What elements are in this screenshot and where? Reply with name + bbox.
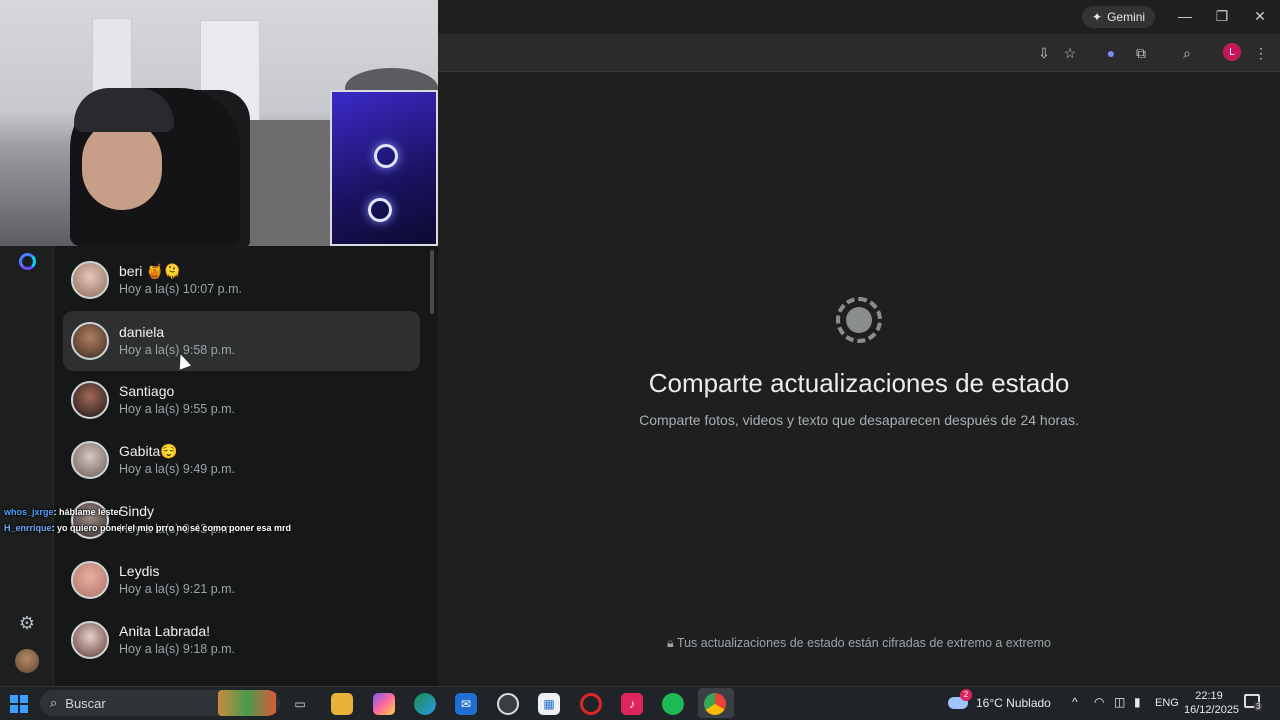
status-icon[interactable] <box>19 253 36 270</box>
chat-message: : yo quiero poner el mio prro no se como… <box>51 523 292 533</box>
status-time: Hoy a la(s) 9:21 p.m. <box>119 582 236 596</box>
speaker-icon[interactable]: ◫ <box>1114 695 1125 709</box>
opera-icon[interactable] <box>580 693 602 715</box>
more-menu-icon[interactable]: ⋮ <box>1251 43 1271 63</box>
gemini-label: Gemini <box>1107 10 1146 24</box>
clock-icon[interactable] <box>497 693 519 715</box>
streamer-face <box>82 120 162 210</box>
chat-username: H_enrrique <box>4 523 52 533</box>
contact-name: beri 🍯🫠 <box>119 263 182 279</box>
extension-icon[interactable]: ● <box>1101 43 1121 63</box>
chevron-up-icon[interactable]: ^ <box>1072 695 1078 709</box>
pc-case <box>330 90 438 246</box>
contact-name: Leydis <box>119 563 160 579</box>
status-time: Hoy a la(s) 9:18 p.m. <box>119 642 236 656</box>
clock-display[interactable]: 22:19 16/12/2025 <box>1184 689 1240 717</box>
pc-fan <box>368 198 392 222</box>
windows-start-icon[interactable] <box>10 695 28 713</box>
notifications-icon[interactable]: 3 <box>1244 694 1263 711</box>
list-item[interactable]: Anita Labrada! Hoy a la(s) 9:18 p.m. <box>63 610 420 670</box>
list-item[interactable]: Leydis Hoy a la(s) 9:21 p.m. <box>63 550 420 610</box>
webcam-overlay <box>0 0 438 246</box>
bookmark-star-icon[interactable]: ☆ <box>1060 43 1080 63</box>
task-view-icon[interactable]: ▭ <box>289 693 311 715</box>
tab-search-icon[interactable]: ⌕ <box>1177 43 1197 63</box>
list-item[interactable]: beri 🍯🫠 Hoy a la(s) 10:07 p.m. <box>63 250 420 310</box>
weather-badge: 2 <box>960 689 972 701</box>
avatar <box>71 322 109 360</box>
avatar <box>71 621 109 659</box>
contact-name: Gabita😌 <box>119 443 178 459</box>
page-title: Comparte actualizaciones de estado <box>648 368 1070 398</box>
page-subtitle: Comparte fotos, videos y texto que desap… <box>639 412 1079 428</box>
contact-name: daniela <box>119 324 165 340</box>
minimize-icon[interactable]: — <box>1172 4 1198 28</box>
avatar[interactable] <box>15 649 39 673</box>
avatar <box>71 381 109 419</box>
encryption-note: 🔒︎ Tus actualizaciones de estado están c… <box>438 636 1280 651</box>
chat-line: whos_jxrge: háblame lester <box>4 504 291 520</box>
stream-chat-overlay: whos_jxrge: háblame lester H_enrrique: y… <box>4 504 291 536</box>
search-highlight-image <box>218 690 276 716</box>
status-time: Hoy a la(s) 10:07 p.m. <box>119 282 242 296</box>
status-placeholder-icon <box>836 297 882 343</box>
avatar <box>71 261 109 299</box>
encryption-note-text: Tus actualizaciones de estado están cifr… <box>676 636 1051 650</box>
copilot-icon[interactable] <box>373 693 395 715</box>
list-item[interactable]: Gabita😌 Hoy a la(s) 9:49 p.m. <box>63 430 420 490</box>
contact-name: Anita Labrada! <box>119 623 211 639</box>
mail-icon[interactable]: ✉ <box>455 693 477 715</box>
scrollbar[interactable] <box>430 250 434 314</box>
avatar <box>71 441 109 479</box>
store-icon[interactable]: ▦ <box>538 693 560 715</box>
chrome-icon[interactable] <box>704 693 726 715</box>
network-icon[interactable]: ◠ <box>1094 695 1104 709</box>
taskbar-search[interactable]: ⌕ Buscar <box>40 690 280 716</box>
date-text: 16/12/2025 <box>1184 704 1240 716</box>
time-text: 22:19 <box>1195 690 1223 702</box>
pc-fan <box>374 144 398 168</box>
edge-icon[interactable] <box>414 693 436 715</box>
sparkle-icon: ✦ <box>1092 10 1103 24</box>
microphone-icon[interactable]: ▮ <box>1134 695 1141 709</box>
avatar <box>71 561 109 599</box>
profile-avatar[interactable]: L <box>1223 43 1241 61</box>
language-indicator[interactable]: ENG <box>1155 697 1179 709</box>
gemini-button[interactable]: ✦ Gemini <box>1082 6 1156 28</box>
install-app-icon[interactable]: ⇩ <box>1034 43 1054 63</box>
status-time: Hoy a la(s) 9:55 p.m. <box>119 402 236 416</box>
list-item[interactable]: Santiago Hoy a la(s) 9:55 p.m. <box>63 370 420 430</box>
lock-icon: 🔒︎ <box>667 636 674 650</box>
browser-toolbar: ⇩ ☆ ● ⧉ ⌕ ⋮ <box>438 34 1280 72</box>
puzzle-icon[interactable]: ⧉ <box>1131 43 1151 63</box>
gear-icon[interactable]: ⚙ <box>17 613 37 633</box>
streamer-cap <box>74 88 174 132</box>
spotify-icon[interactable] <box>662 693 684 715</box>
chat-message: : háblame lester <box>53 507 123 517</box>
tiktok-icon[interactable]: ♪ <box>621 693 643 715</box>
restore-icon[interactable]: ❐ <box>1209 4 1235 28</box>
contact-name: Santiago <box>119 383 175 399</box>
cloud-icon[interactable]: 2 <box>948 689 972 711</box>
file-explorer-icon[interactable] <box>331 693 353 715</box>
weather-text[interactable]: 16°C Nublado <box>976 696 1051 710</box>
list-item[interactable]: daniela Hoy a la(s) 9:58 p.m. <box>63 311 420 371</box>
chat-line: H_enrrique: yo quiero poner el mio prro … <box>4 520 291 536</box>
chat-username: whos_jxrge <box>4 507 54 517</box>
status-time: Hoy a la(s) 9:49 p.m. <box>119 462 236 476</box>
close-icon[interactable]: ✕ <box>1247 4 1273 28</box>
search-label: Buscar <box>65 695 106 711</box>
search-icon: ⌕ <box>50 695 58 710</box>
